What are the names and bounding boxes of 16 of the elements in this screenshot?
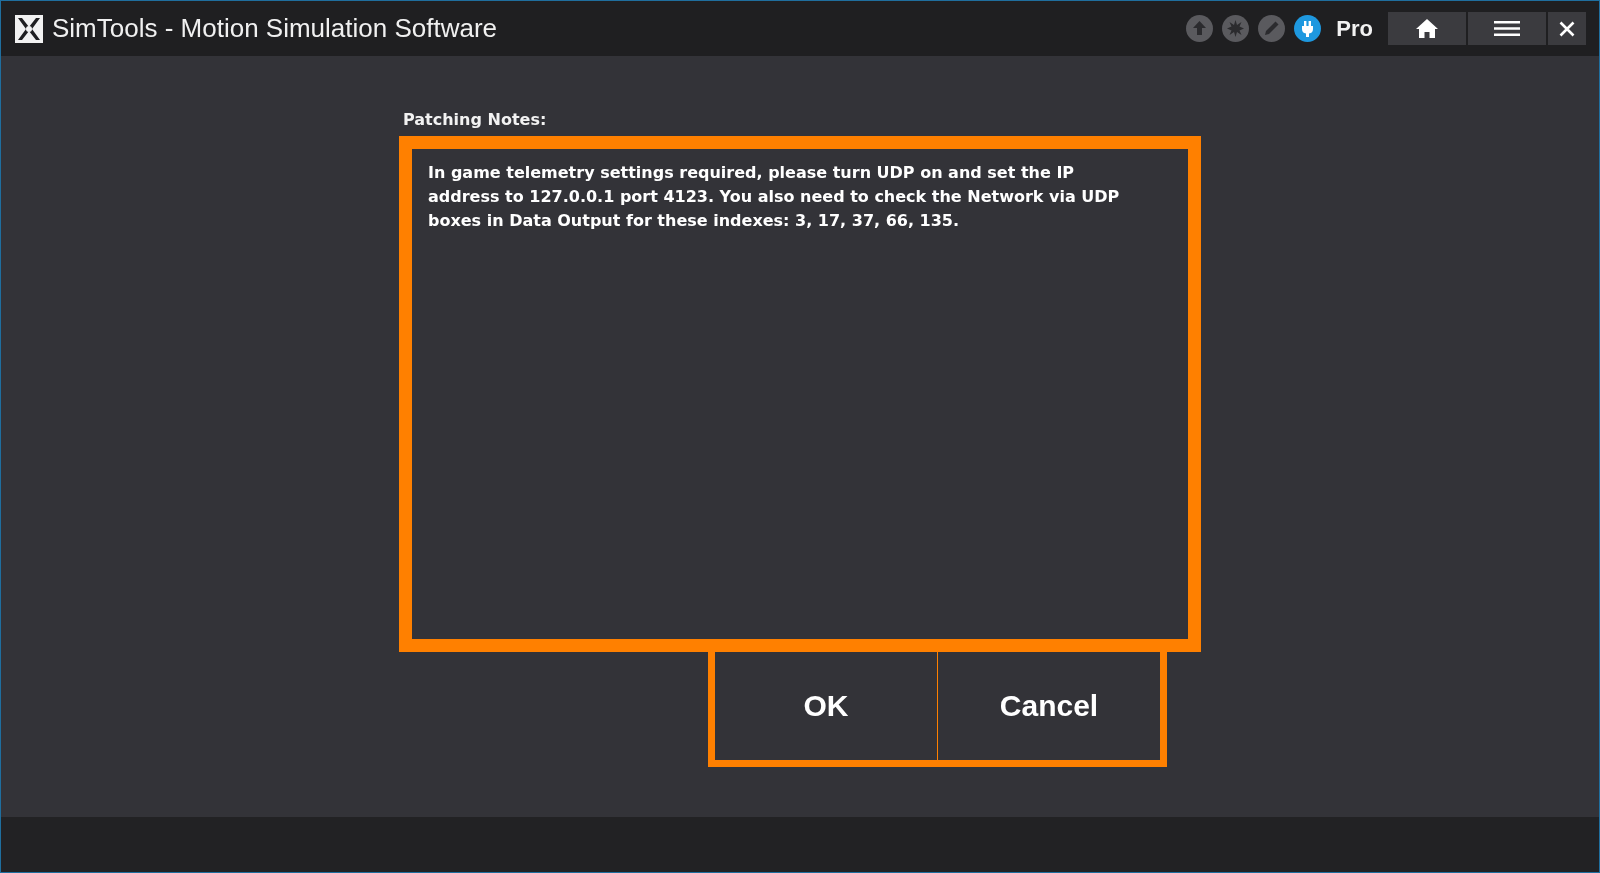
pencil-icon[interactable] (1258, 15, 1286, 42)
menu-button[interactable] (1468, 12, 1546, 45)
ok-button[interactable]: OK (715, 652, 937, 760)
app-logo-icon (15, 14, 43, 43)
plug-icon[interactable] (1294, 15, 1322, 42)
home-button[interactable] (1388, 12, 1466, 45)
cancel-button[interactable]: Cancel (938, 652, 1160, 760)
burst-icon[interactable] (1222, 15, 1250, 42)
menu-icon (1494, 21, 1520, 36)
close-icon (1559, 20, 1575, 37)
patching-notes-text: In game telemetry settings required, please turn UDP on and set the IP address to 127.0.0.1 port 4123. You also need to check the Network via UDP boxes in Data Output for these indexes: 3, 17, 37, 66, 135. (428, 162, 1121, 232)
window-title: SimTools - Motion Simulation Software (52, 13, 498, 44)
close-button[interactable] (1548, 12, 1586, 45)
notes-label: Patching Notes: (403, 110, 547, 130)
home-icon (1416, 19, 1438, 38)
edition-label: Pro (1336, 15, 1373, 42)
